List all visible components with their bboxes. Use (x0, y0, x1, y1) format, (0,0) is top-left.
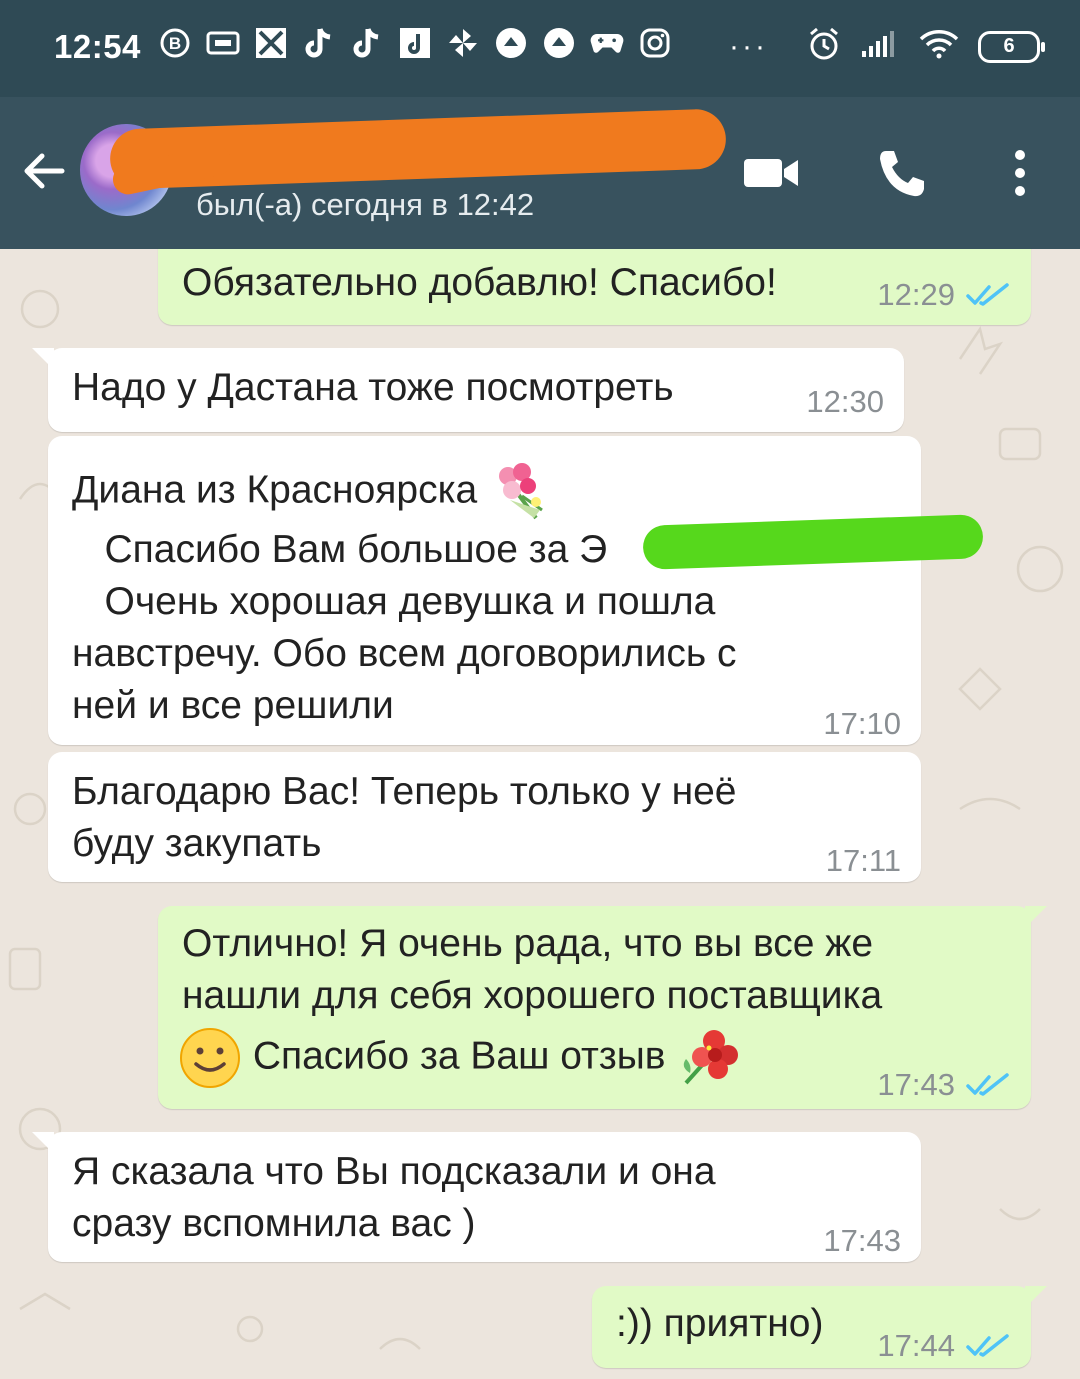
incoming-message[interactable]: Диана из Красноярска Спасибо Вам большое… (48, 436, 984, 745)
message-meta: 17:43 (823, 1215, 901, 1267)
message-time: 17:44 (877, 1328, 955, 1363)
back-arrow-icon[interactable] (18, 145, 70, 197)
message-meta: 17:43 (877, 1059, 1011, 1111)
bubble-tail (1025, 1286, 1047, 1308)
tiktok-icon (350, 26, 384, 60)
message-time: 17:11 (825, 843, 901, 878)
message-meta: 17:44 (877, 1320, 1011, 1372)
last-seen-status: был(-а) сегодня в 12:42 (196, 187, 535, 222)
circle-app-icon (494, 26, 528, 60)
bubble-tail (32, 348, 54, 370)
message-text: Отлично! Я очень рада, что вы все же наш… (182, 922, 883, 1017)
message-text: Надо у Дастана тоже посмотреть (72, 366, 674, 409)
overflow-menu-icon[interactable] (990, 145, 1050, 201)
bubble-tail (1025, 906, 1047, 928)
bubble-tail (32, 1132, 54, 1154)
gamepad-icon (590, 26, 624, 60)
cassette-icon (206, 26, 240, 60)
outgoing-message[interactable]: Обязательно добавлю! Спасибо! 12:29 (158, 249, 1031, 325)
message-time: 17:43 (877, 1067, 955, 1102)
instagram-icon (638, 26, 672, 60)
message-meta: 17:10 (823, 698, 901, 750)
message-meta: 12:29 (877, 269, 1011, 321)
incoming-message[interactable]: Надо у Дастана тоже посмотреть 12:30 (32, 348, 904, 432)
chat-header: был(-а) сегодня в 12:42 (0, 97, 1080, 249)
read-receipt-icon (966, 283, 1009, 306)
battery-icon: 6 (978, 30, 1045, 63)
message-time: 17:10 (823, 706, 901, 741)
video-call-icon[interactable] (740, 145, 800, 201)
music-app-icon (398, 26, 432, 60)
notification-icons: B (158, 26, 672, 60)
message-text: Обязательно добавлю! Спасибо! (182, 261, 777, 304)
pinwheel-icon (446, 26, 480, 60)
hibiscus-icon (684, 1030, 739, 1085)
outgoing-message[interactable]: Отлично! Я очень рада, что вы все же наш… (158, 906, 1047, 1111)
message-line: Очень хорошая девушка и пошла навстречу.… (72, 580, 737, 727)
status-time: 12:54 (54, 28, 141, 65)
message-time: 12:29 (877, 277, 955, 312)
system-status-icons: ··· 6 (729, 26, 1045, 67)
signal-icon (860, 29, 900, 64)
message-text: Я сказала что Вы подсказали и она сразу … (72, 1150, 716, 1245)
incoming-message[interactable]: Я сказала что Вы подсказали и она сразу … (32, 1132, 921, 1262)
message-meta: 12:30 (806, 376, 884, 428)
wifi-icon (918, 28, 960, 65)
read-receipt-icon (966, 1334, 1009, 1357)
more-notifications-icon: ··· (729, 29, 768, 63)
phone-call-icon[interactable] (872, 145, 932, 201)
smile-icon (180, 1028, 240, 1088)
status-bar: 12:54 B ··· 6 (0, 0, 1080, 97)
circle-app-icon (542, 26, 576, 60)
b-circle-icon: B (158, 26, 192, 60)
message-line: Спасибо Вам большое за Э (72, 528, 608, 571)
message-line: Спасибо за Ваш отзыв (178, 1026, 739, 1090)
tiktok-icon (302, 26, 336, 60)
app-icon (254, 26, 288, 60)
message-meta: 17:11 (826, 835, 901, 887)
alarm-icon (806, 26, 842, 67)
message-line-text: Спасибо за Ваш отзыв (242, 1034, 677, 1078)
message-text: Благодарю Вас! Теперь только у неё буду … (72, 770, 737, 865)
outgoing-message[interactable]: :)) приятно) 17:44 (592, 1286, 1047, 1368)
incoming-message[interactable]: Благодарю Вас! Теперь только у неё буду … (48, 752, 921, 882)
message-text: :)) приятно) (616, 1302, 824, 1345)
message-text: Диана из Красноярска (72, 460, 552, 524)
svg-text:B: B (169, 34, 181, 53)
message-time: 17:43 (823, 1223, 901, 1258)
read-receipt-icon (966, 1073, 1009, 1096)
message-list[interactable]: Обязательно добавлю! Спасибо! 12:29 Надо… (0, 249, 1080, 1379)
message-time: 12:30 (806, 384, 884, 419)
bouquet-icon (499, 463, 543, 520)
message-line: Диана из Красноярска (72, 468, 478, 512)
